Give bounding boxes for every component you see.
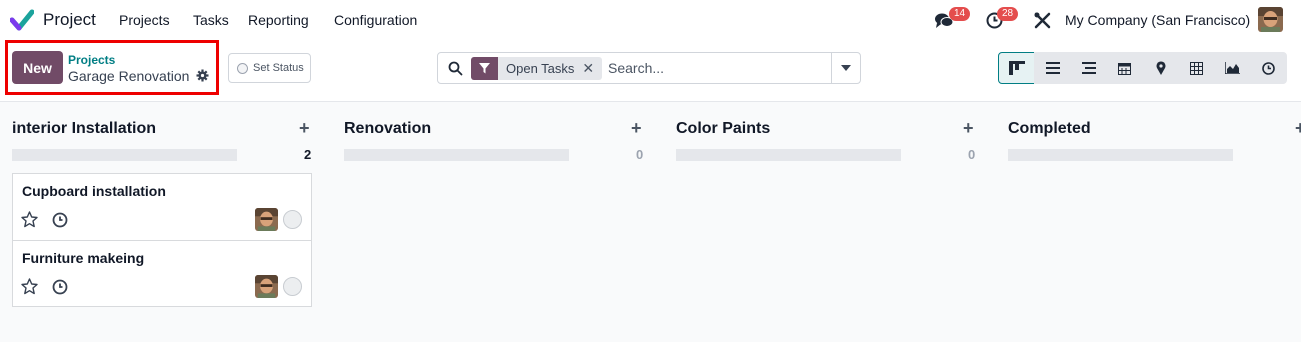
kanban-column-completed: Completed + <box>1008 102 1301 172</box>
control-panel: New Projects Garage Renovation Set Statu… <box>0 40 1301 102</box>
star-icon[interactable] <box>21 278 38 295</box>
pivot-table-icon <box>1190 61 1203 75</box>
pivot-view-button[interactable] <box>1178 52 1215 84</box>
debug-tools-icon[interactable] <box>1034 12 1051 29</box>
calendar-icon <box>1118 62 1131 75</box>
status-dot-icon <box>237 62 248 74</box>
add-task-plus-icon[interactable]: + <box>631 118 642 139</box>
column-count: 2 <box>304 147 312 162</box>
filter-icon <box>471 57 498 80</box>
project-app-logo-icon[interactable] <box>10 9 34 31</box>
star-icon[interactable] <box>21 211 38 228</box>
add-task-plus-icon[interactable]: + <box>1295 118 1301 139</box>
list-icon <box>1045 62 1060 74</box>
card-title[interactable]: Furniture makeing <box>22 250 144 266</box>
menu-projects[interactable]: Projects <box>119 12 170 28</box>
map-view-button[interactable] <box>1142 52 1179 84</box>
company-switcher[interactable]: My Company (San Francisco) <box>1065 12 1250 28</box>
clock-icon <box>1262 61 1275 75</box>
assignee-avatar[interactable] <box>255 208 278 231</box>
search-facet: Open Tasks ✕ <box>471 57 603 80</box>
column-title[interactable]: Color Paints <box>676 120 770 138</box>
search-bar: Open Tasks ✕ <box>437 52 861 84</box>
column-count: 0 <box>968 147 976 162</box>
set-status-button[interactable]: Set Status <box>228 53 311 83</box>
user-avatar-image <box>1258 7 1283 32</box>
column-title[interactable]: Renovation <box>344 120 431 138</box>
search-input[interactable] <box>608 58 828 78</box>
kanban-icon <box>1008 61 1025 75</box>
list-view-button[interactable] <box>1034 52 1071 84</box>
menu-configuration[interactable]: Configuration <box>334 12 417 28</box>
gantt-icon <box>1081 62 1096 74</box>
activity-clock-icon[interactable] <box>52 212 68 228</box>
map-pin-icon <box>1156 61 1165 75</box>
messages-badge: 14 <box>949 7 971 21</box>
column-progress-bar[interactable] <box>1008 149 1233 161</box>
menu-reporting[interactable]: Reporting <box>248 12 309 28</box>
view-switcher <box>998 52 1287 84</box>
app-name[interactable]: Project <box>43 10 96 30</box>
assignee-avatar[interactable] <box>255 275 278 298</box>
card-title[interactable]: Cupboard installation <box>22 183 166 199</box>
kanban-state-circle[interactable] <box>283 210 302 229</box>
set-status-label: Set Status <box>253 62 304 74</box>
add-task-plus-icon[interactable]: + <box>299 118 310 139</box>
column-progress-bar[interactable] <box>344 149 569 161</box>
kanban-view-button[interactable] <box>998 52 1035 84</box>
new-button[interactable]: New <box>12 51 63 84</box>
gear-icon[interactable] <box>196 69 209 82</box>
remove-facet-icon[interactable]: ✕ <box>582 57 602 80</box>
calendar-view-button[interactable] <box>1106 52 1143 84</box>
user-avatar[interactable] <box>1258 7 1283 32</box>
breadcrumb-current: Garage Renovation <box>68 68 190 84</box>
activity-clock-icon[interactable] <box>52 279 68 295</box>
activity-badge: 28 <box>997 7 1019 21</box>
kanban-card[interactable]: Furniture makeing <box>12 240 312 307</box>
area-chart-icon <box>1225 62 1240 74</box>
column-title[interactable]: Completed <box>1008 120 1091 138</box>
add-task-plus-icon[interactable]: + <box>963 118 974 139</box>
search-options-toggle[interactable] <box>831 53 860 83</box>
assignee-avatar-image <box>255 208 278 231</box>
column-progress-bar[interactable] <box>676 149 901 161</box>
activity-view-button[interactable] <box>1250 52 1287 84</box>
top-navbar: Project Projects Tasks Reporting Configu… <box>0 0 1301 40</box>
menu-tasks[interactable]: Tasks <box>193 12 229 28</box>
kanban-card[interactable]: Cupboard installation <box>12 173 312 241</box>
column-count: 0 <box>636 147 644 162</box>
kanban-state-circle[interactable] <box>283 277 302 296</box>
graph-view-button[interactable] <box>1214 52 1251 84</box>
breadcrumb-projects[interactable]: Projects <box>68 53 115 67</box>
chevron-down-icon <box>841 65 851 71</box>
column-title[interactable]: interior Installation <box>12 120 156 138</box>
search-icon[interactable] <box>448 61 463 76</box>
column-progress-bar[interactable] <box>12 149 237 161</box>
assignee-avatar-image <box>255 275 278 298</box>
gantt-view-button[interactable] <box>1070 52 1107 84</box>
facet-label: Open Tasks <box>506 61 575 76</box>
